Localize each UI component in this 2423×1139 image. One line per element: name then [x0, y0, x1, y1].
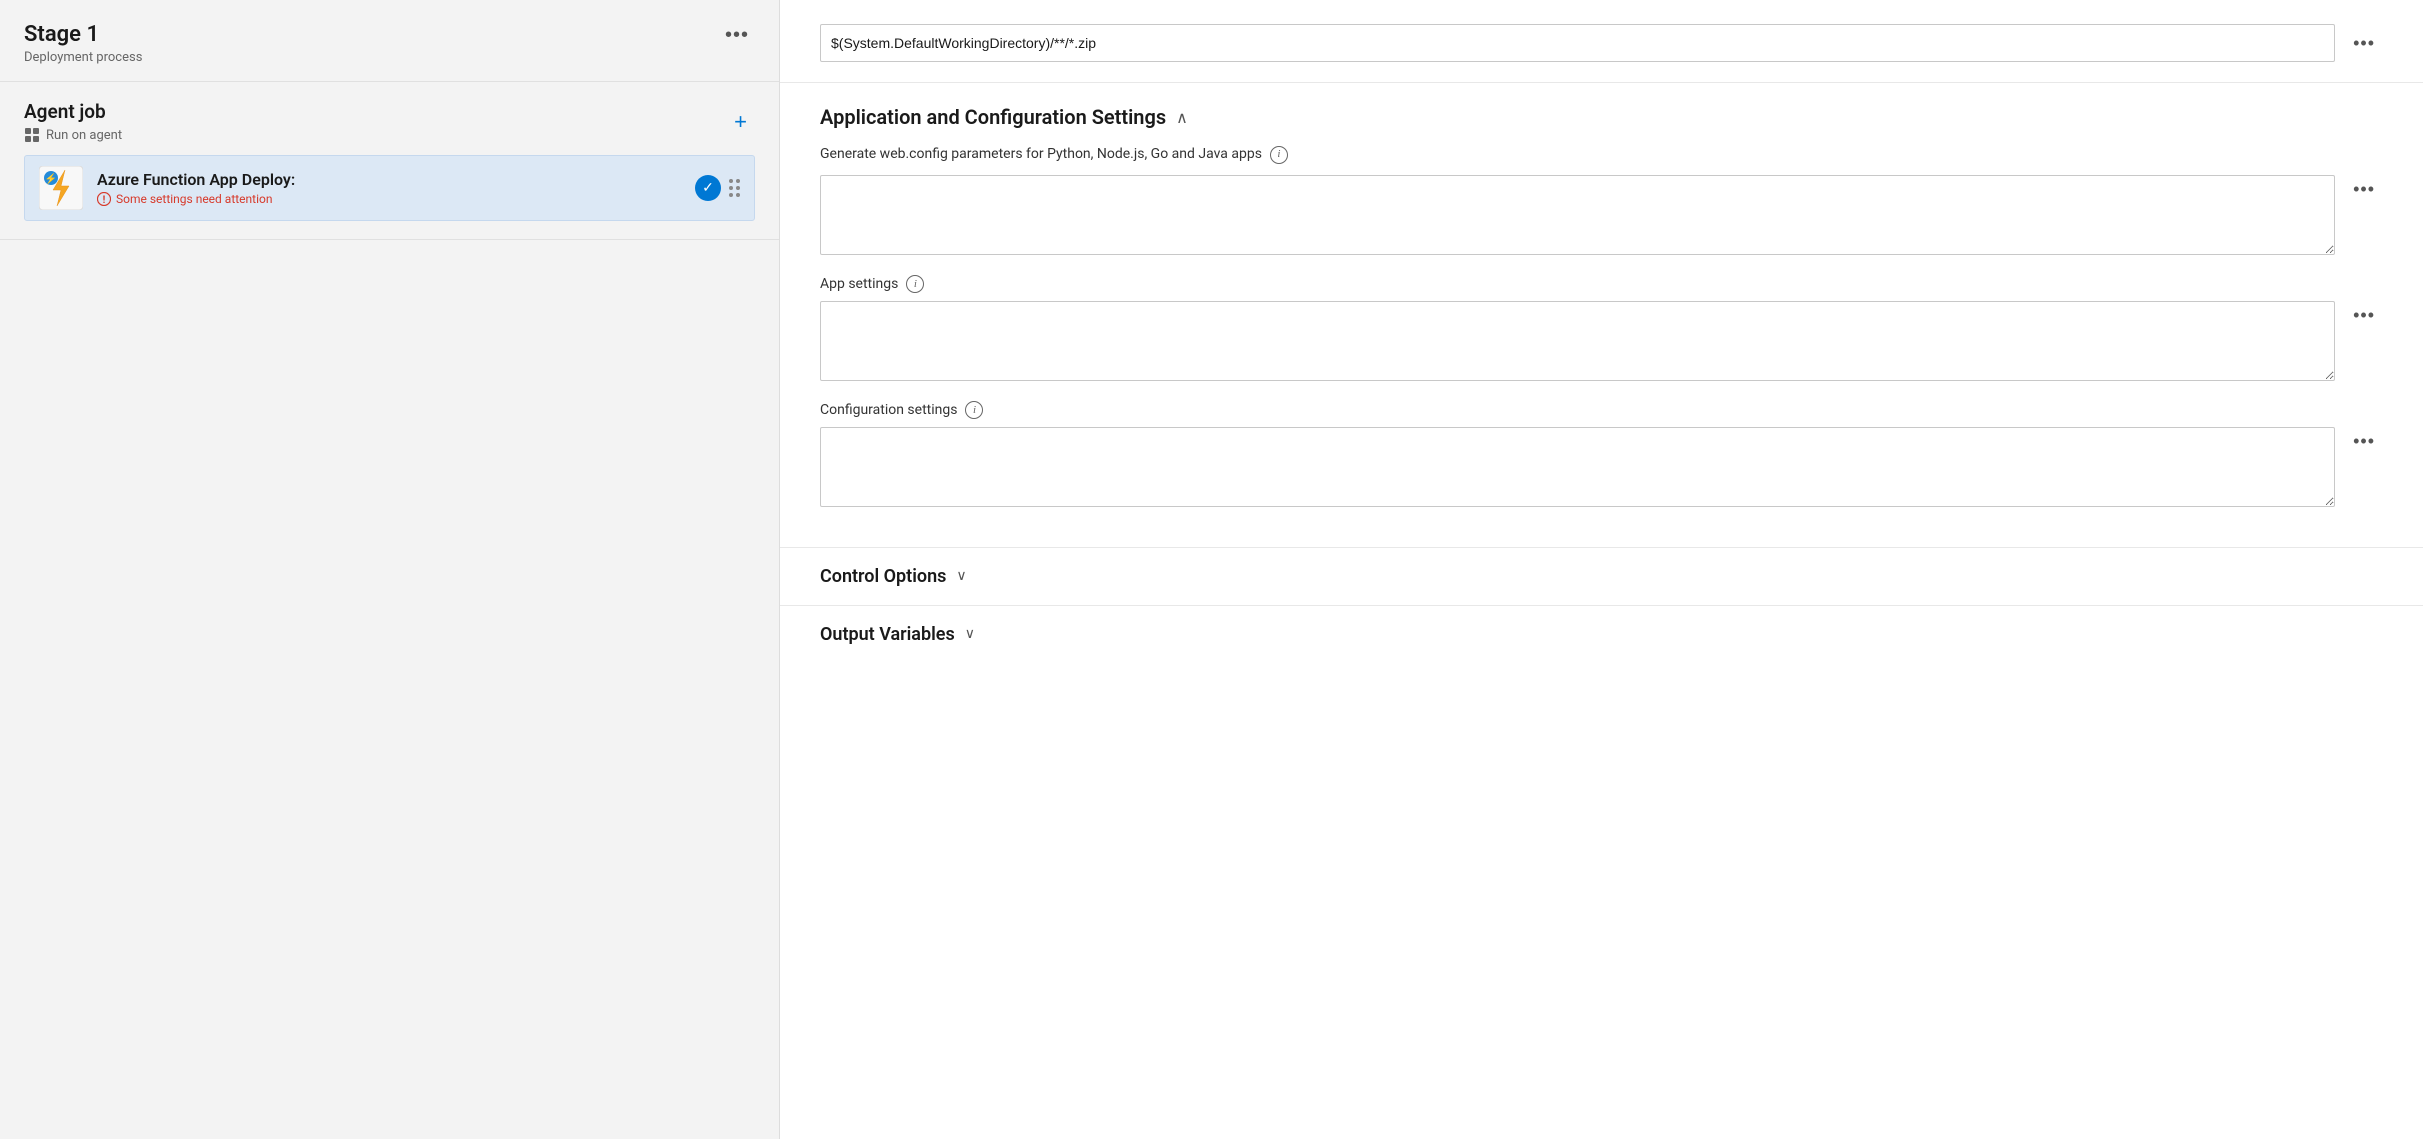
app-settings-row: •••	[820, 301, 2383, 381]
config-settings-textarea[interactable]	[820, 427, 2335, 507]
agent-job-header: Agent job Run on agent +	[24, 100, 755, 143]
stage-more-button[interactable]: •••	[719, 22, 755, 49]
generate-webconfig-row: •••	[820, 175, 2383, 255]
config-settings-info-icon[interactable]: i	[965, 401, 983, 419]
task-info: Azure Function App Deploy: ! Some settin…	[97, 170, 681, 206]
app-settings-textarea[interactable]	[820, 301, 2335, 381]
output-variables-title: Output Variables	[820, 624, 955, 645]
task-title: Azure Function App Deploy:	[97, 170, 681, 189]
output-variables-section: Output Variables ∨	[780, 605, 2423, 663]
run-on-agent-label: Run on agent	[46, 128, 122, 143]
add-task-button[interactable]: +	[726, 107, 755, 137]
azure-function-icon: ⚡	[39, 166, 83, 210]
agent-job-subtitle: Run on agent	[24, 127, 122, 143]
control-options-chevron-icon: ∨	[956, 568, 966, 584]
config-settings-label-row: Configuration settings i	[820, 401, 2383, 419]
control-options-header[interactable]: Control Options ∨	[780, 548, 2423, 605]
task-drag-handle[interactable]	[729, 179, 740, 197]
output-variables-chevron-icon: ∨	[965, 626, 975, 642]
azure-function-task[interactable]: ⚡ Azure Function App Deploy: ! Some sett…	[24, 155, 755, 221]
app-settings-info-icon[interactable]: i	[906, 275, 924, 293]
agent-job-title: Agent job	[24, 100, 122, 123]
left-panel: Stage 1 Deployment process ••• Agent job…	[0, 0, 780, 1139]
top-field-row: •••	[780, 0, 2423, 83]
output-variables-header[interactable]: Output Variables ∨	[780, 606, 2423, 663]
stage-title: Stage 1	[24, 22, 142, 47]
generate-info-icon[interactable]: i	[1270, 146, 1288, 164]
agent-job-info: Agent job Run on agent	[24, 100, 122, 143]
agent-job-section: Agent job Run on agent +	[0, 82, 779, 240]
stage-header: Stage 1 Deployment process •••	[0, 0, 779, 82]
generate-webconfig-ellipsis-button[interactable]: •••	[2345, 175, 2383, 204]
task-check-icon: ✓	[695, 175, 721, 201]
right-panel: ••• Application and Configuration Settin…	[780, 0, 2423, 1139]
top-ellipsis-button[interactable]: •••	[2345, 29, 2383, 58]
stage-subtitle: Deployment process	[24, 50, 142, 65]
config-settings-row: •••	[820, 427, 2383, 507]
app-config-body: Generate web.config parameters for Pytho…	[780, 145, 2423, 547]
package-path-input[interactable]	[820, 24, 2335, 62]
app-config-chevron-icon: ∧	[1176, 108, 1188, 127]
control-options-section: Control Options ∨	[780, 547, 2423, 605]
app-config-section-header[interactable]: Application and Configuration Settings ∧	[780, 83, 2423, 145]
generate-webconfig-label: Generate web.config parameters for Pytho…	[820, 145, 2383, 165]
stage-info: Stage 1 Deployment process	[24, 22, 142, 65]
app-settings-label-row: App settings i	[820, 275, 2383, 293]
app-config-title: Application and Configuration Settings	[820, 105, 1166, 129]
warning-icon: !	[97, 192, 111, 206]
agent-grid-icon	[24, 127, 40, 143]
task-warning: ! Some settings need attention	[97, 192, 681, 206]
svg-text:⚡: ⚡	[45, 172, 57, 185]
task-actions: ✓	[695, 175, 740, 201]
app-settings-ellipsis-button[interactable]: •••	[2345, 301, 2383, 330]
control-options-title: Control Options	[820, 566, 946, 587]
svg-text:!: !	[103, 195, 106, 206]
config-settings-ellipsis-button[interactable]: •••	[2345, 427, 2383, 456]
generate-webconfig-textarea[interactable]	[820, 175, 2335, 255]
